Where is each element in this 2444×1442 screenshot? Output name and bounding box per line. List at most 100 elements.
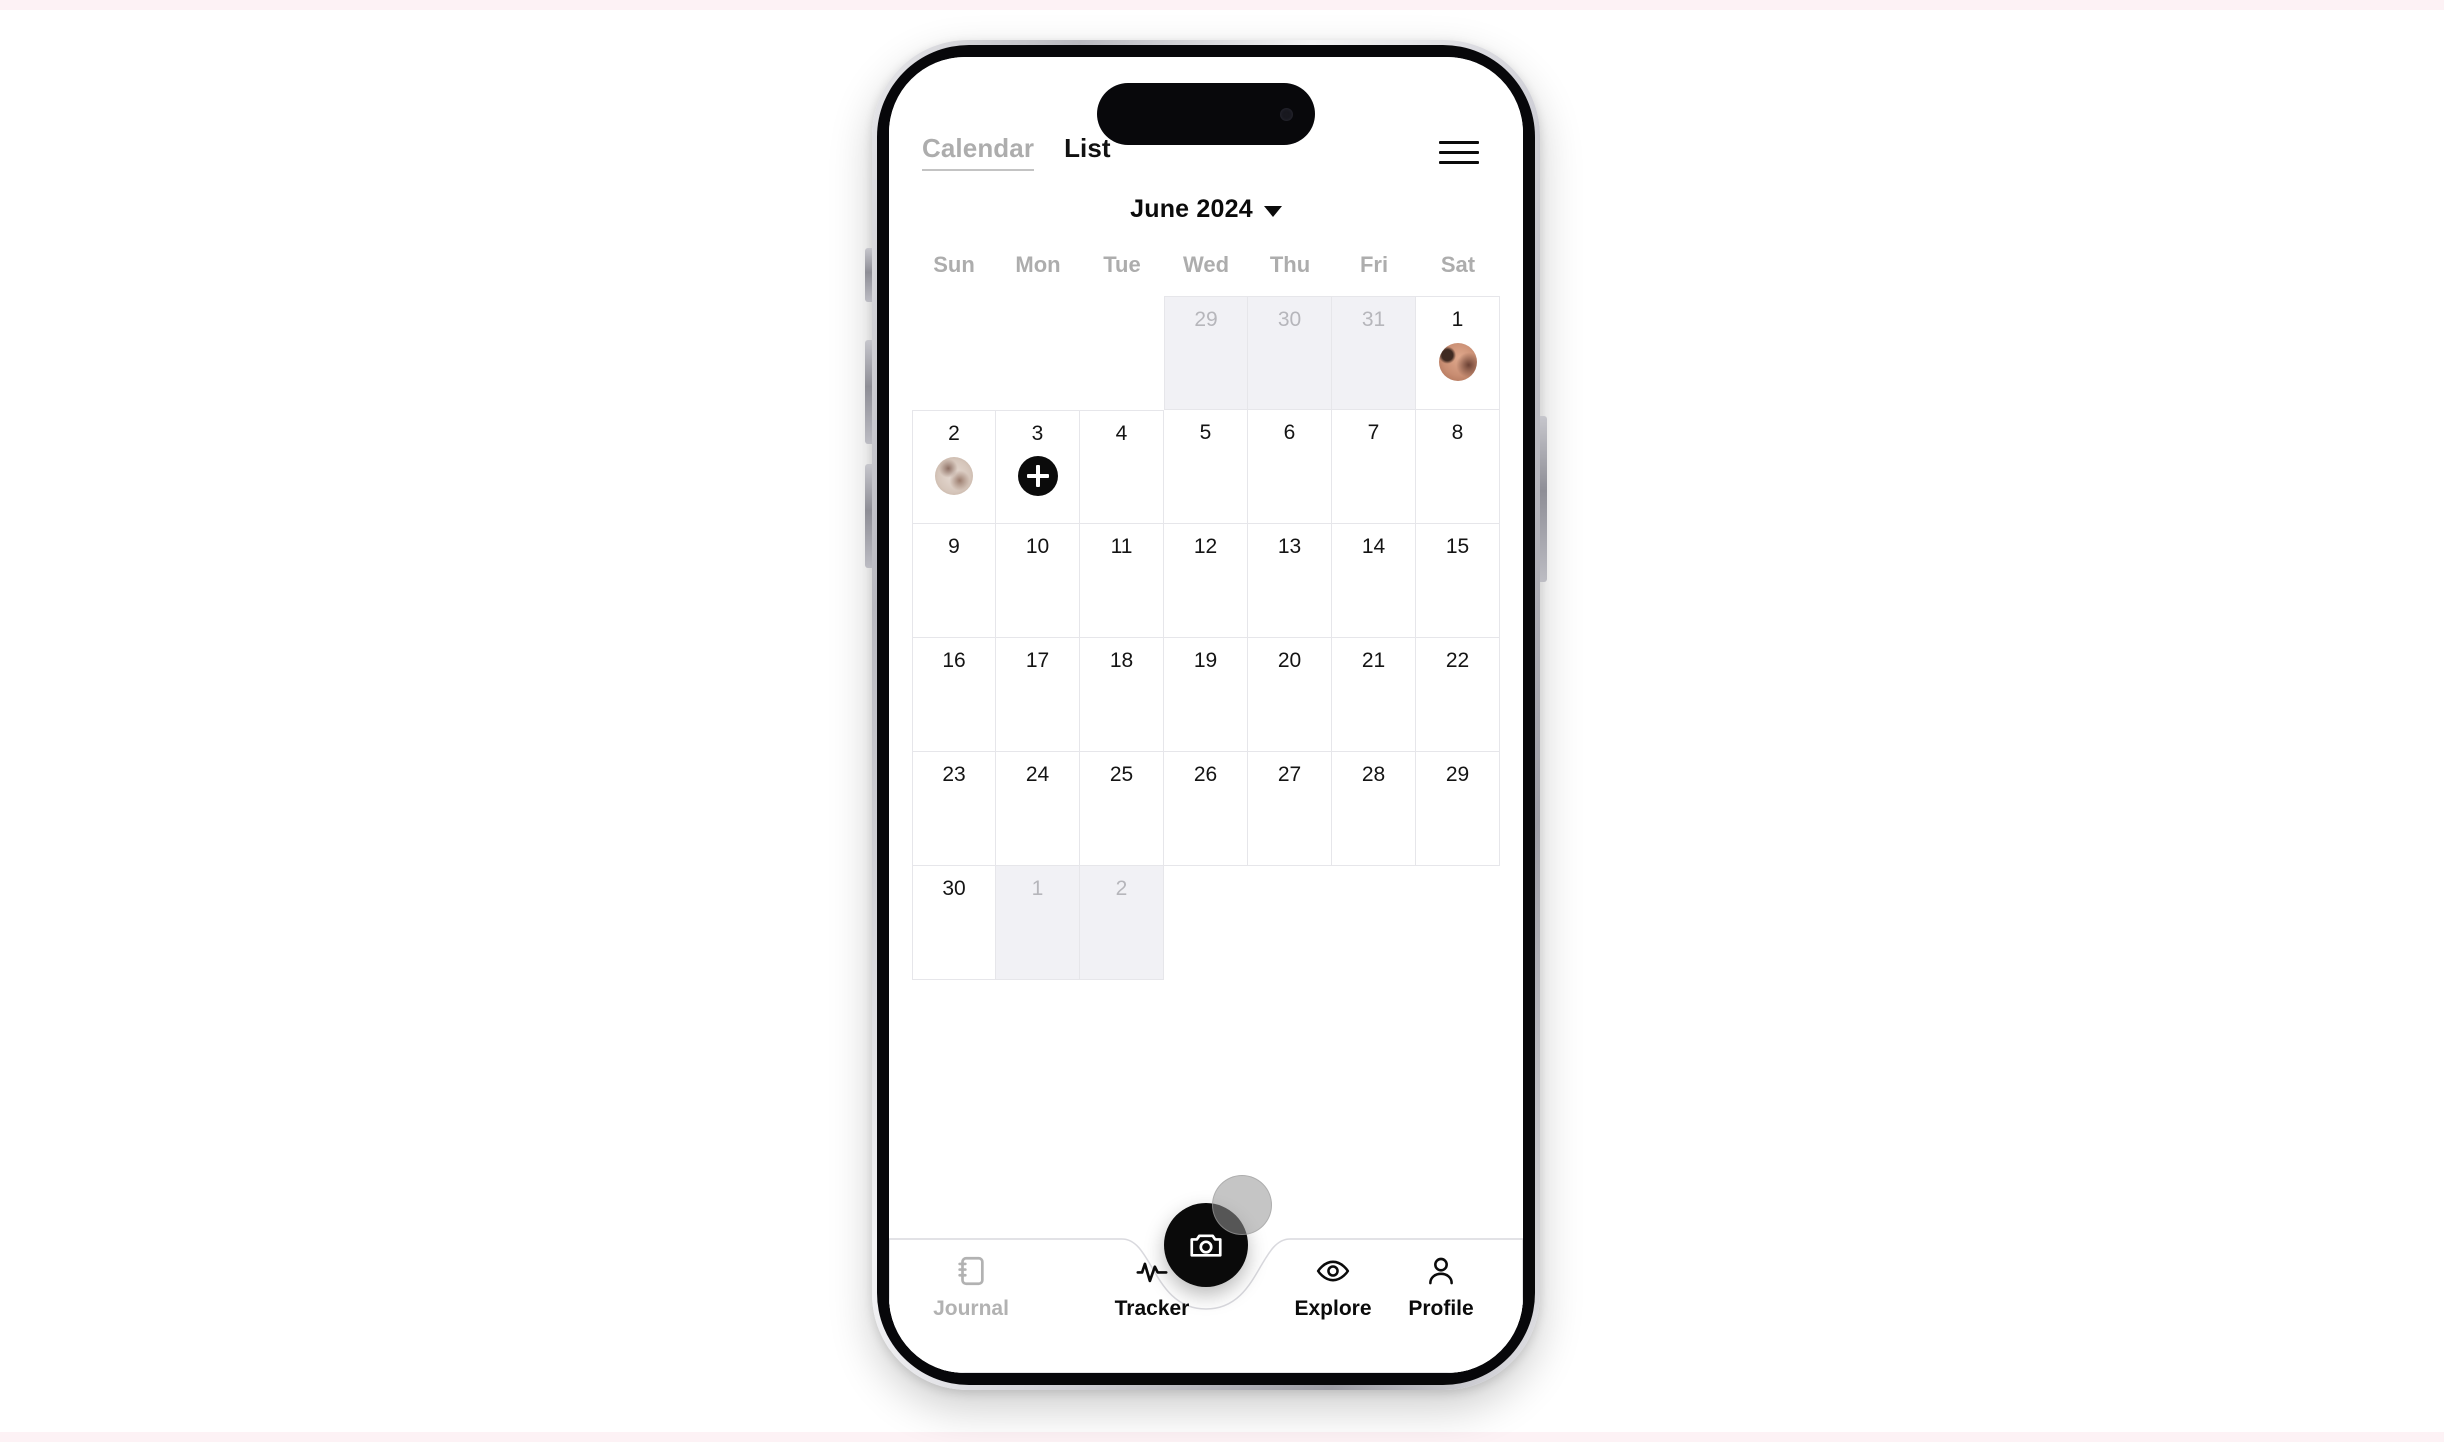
day-photo-thumbnail[interactable] — [935, 457, 973, 495]
calendar-day-cell[interactable]: 1 — [1416, 296, 1500, 410]
day-number: 28 — [1361, 763, 1386, 786]
day-number: 22 — [1445, 649, 1470, 672]
calendar-day-cell[interactable]: 19 — [1164, 638, 1248, 752]
calendar-day-cell[interactable]: 13 — [1248, 524, 1332, 638]
weekday-label-fri: Fri — [1359, 252, 1389, 277]
weekday-header-row: Sun Mon Tue Wed Thu Fri Sat — [912, 252, 1500, 278]
silent-switch-button[interactable] — [865, 248, 872, 302]
weekday-label-mon: Mon — [1015, 252, 1061, 277]
day-number: 8 — [1451, 421, 1464, 444]
nav-label-profile: Profile — [1408, 1297, 1474, 1320]
calendar-day-cell[interactable]: 31 — [1332, 296, 1416, 410]
camera-icon — [1190, 1234, 1222, 1257]
phone-mockup: Calendar List June 2024 Sun Mon Tue Wed … — [865, 40, 1547, 1390]
calendar-day-cell[interactable]: 18 — [1080, 638, 1164, 752]
day-number: 30 — [942, 877, 966, 900]
add-entry-button[interactable] — [1017, 456, 1058, 496]
calendar-day-cell[interactable]: 3 — [996, 410, 1080, 524]
volume-down-button[interactable] — [865, 464, 872, 568]
calendar-day-cell[interactable]: 27 — [1248, 752, 1332, 866]
calendar-day-cell[interactable]: 24 — [996, 752, 1080, 866]
weekday-label-tue: Tue — [1103, 252, 1141, 277]
calendar-cell-empty — [996, 296, 1080, 410]
day-number: 5 — [1199, 421, 1212, 444]
calendar-day-cell[interactable]: 17 — [996, 638, 1080, 752]
calendar-day-cell[interactable]: 9 — [912, 524, 996, 638]
tab-list[interactable]: List — [1064, 133, 1111, 169]
calendar-day-cell[interactable]: 15 — [1416, 524, 1500, 638]
weekday-label-thu: Thu — [1269, 252, 1311, 277]
day-number: 21 — [1361, 649, 1386, 672]
camera-capture-button[interactable] — [1164, 1203, 1248, 1287]
calendar-grid: 29 30 31 1 2 3 4 5 6 7 8 9 10 11 12 13 14 15 16 17 18 19 20 21 2… — [912, 296, 1500, 980]
day-number: 7 — [1367, 421, 1380, 444]
calendar-day-cell[interactable]: 20 — [1248, 638, 1332, 752]
menu-line — [1439, 150, 1479, 154]
calendar-day-cell[interactable]: 30 — [912, 866, 996, 980]
day-number: 4 — [1115, 422, 1128, 445]
day-number: 14 — [1361, 535, 1386, 558]
front-camera-icon — [1280, 107, 1293, 121]
calendar-day-cell[interactable]: 11 — [1080, 524, 1164, 638]
calendar-day-cell[interactable]: 2 — [912, 410, 996, 524]
day-number: 3 — [1031, 422, 1044, 445]
calendar-day-cell[interactable]: 25 — [1080, 752, 1164, 866]
nav-item-explore[interactable]: Explore — [1279, 1254, 1387, 1321]
calendar-day-cell[interactable]: 5 — [1164, 410, 1248, 524]
day-number: 29 — [1445, 763, 1470, 786]
nav-label-journal: Journal — [933, 1297, 1009, 1320]
calendar-day-cell[interactable]: 2 — [1080, 866, 1164, 980]
day-number: 10 — [1025, 535, 1050, 558]
month-label: June 2024 — [1130, 195, 1253, 223]
phone-frame: Calendar List June 2024 Sun Mon Tue Wed … — [865, 40, 1547, 1390]
calendar-day-cell[interactable]: 23 — [912, 752, 996, 866]
calendar-cell-empty — [1164, 866, 1248, 980]
nav-item-journal[interactable]: Journal — [917, 1254, 1025, 1321]
day-number: 20 — [1277, 649, 1302, 672]
day-number: 26 — [1193, 763, 1218, 786]
power-button[interactable] — [1540, 416, 1547, 582]
calendar-day-cell[interactable]: 10 — [996, 524, 1080, 638]
calendar-day-cell[interactable]: 30 — [1248, 296, 1332, 410]
day-number: 30 — [1277, 308, 1302, 331]
day-number: 6 — [1283, 421, 1296, 444]
calendar-day-cell[interactable]: 8 — [1416, 410, 1500, 524]
calendar-day-cell[interactable]: 21 — [1332, 638, 1416, 752]
day-number: 13 — [1277, 535, 1302, 558]
calendar-day-cell[interactable]: 16 — [912, 638, 996, 752]
calendar-day-cell[interactable]: 29 — [1416, 752, 1500, 866]
day-number: 16 — [942, 649, 966, 672]
calendar-day-cell[interactable]: 7 — [1332, 410, 1416, 524]
calendar-day-cell[interactable]: 1 — [996, 866, 1080, 980]
day-number: 24 — [1025, 763, 1050, 786]
journal-icon — [954, 1254, 988, 1288]
day-number: 29 — [1194, 308, 1218, 331]
calendar-day-cell[interactable]: 29 — [1164, 296, 1248, 410]
calendar-day-cell[interactable]: 28 — [1332, 752, 1416, 866]
calendar-app: Calendar List June 2024 Sun Mon Tue Wed … — [889, 57, 1523, 1373]
day-number: 11 — [1110, 535, 1133, 558]
page-accent-strip-bottom — [0, 1432, 2444, 1442]
tab-calendar[interactable]: Calendar — [922, 133, 1035, 171]
view-tab-group: Calendar List — [922, 133, 1111, 171]
day-number: 2 — [1115, 877, 1128, 900]
month-selector[interactable]: June 2024 — [889, 195, 1523, 224]
calendar-cell-empty — [1332, 866, 1416, 980]
volume-up-button[interactable] — [865, 340, 872, 444]
calendar-day-cell[interactable]: 6 — [1248, 410, 1332, 524]
day-number: 31 — [1361, 308, 1386, 331]
hamburger-menu-icon[interactable] — [1439, 134, 1483, 170]
calendar-cell-empty — [1416, 866, 1500, 980]
calendar-day-cell[interactable]: 4 — [1080, 410, 1164, 524]
calendar-day-cell[interactable]: 22 — [1416, 638, 1500, 752]
calendar-day-cell[interactable]: 26 — [1164, 752, 1248, 866]
calendar-day-cell[interactable]: 12 — [1164, 524, 1248, 638]
nav-item-profile[interactable]: Profile — [1387, 1254, 1495, 1321]
day-number: 23 — [942, 763, 966, 786]
person-icon — [1424, 1254, 1458, 1288]
calendar-cell-empty — [1248, 866, 1332, 980]
calendar-day-cell[interactable]: 14 — [1332, 524, 1416, 638]
nav-label-tracker: Tracker — [1114, 1297, 1190, 1320]
day-photo-thumbnail[interactable] — [1438, 343, 1477, 381]
